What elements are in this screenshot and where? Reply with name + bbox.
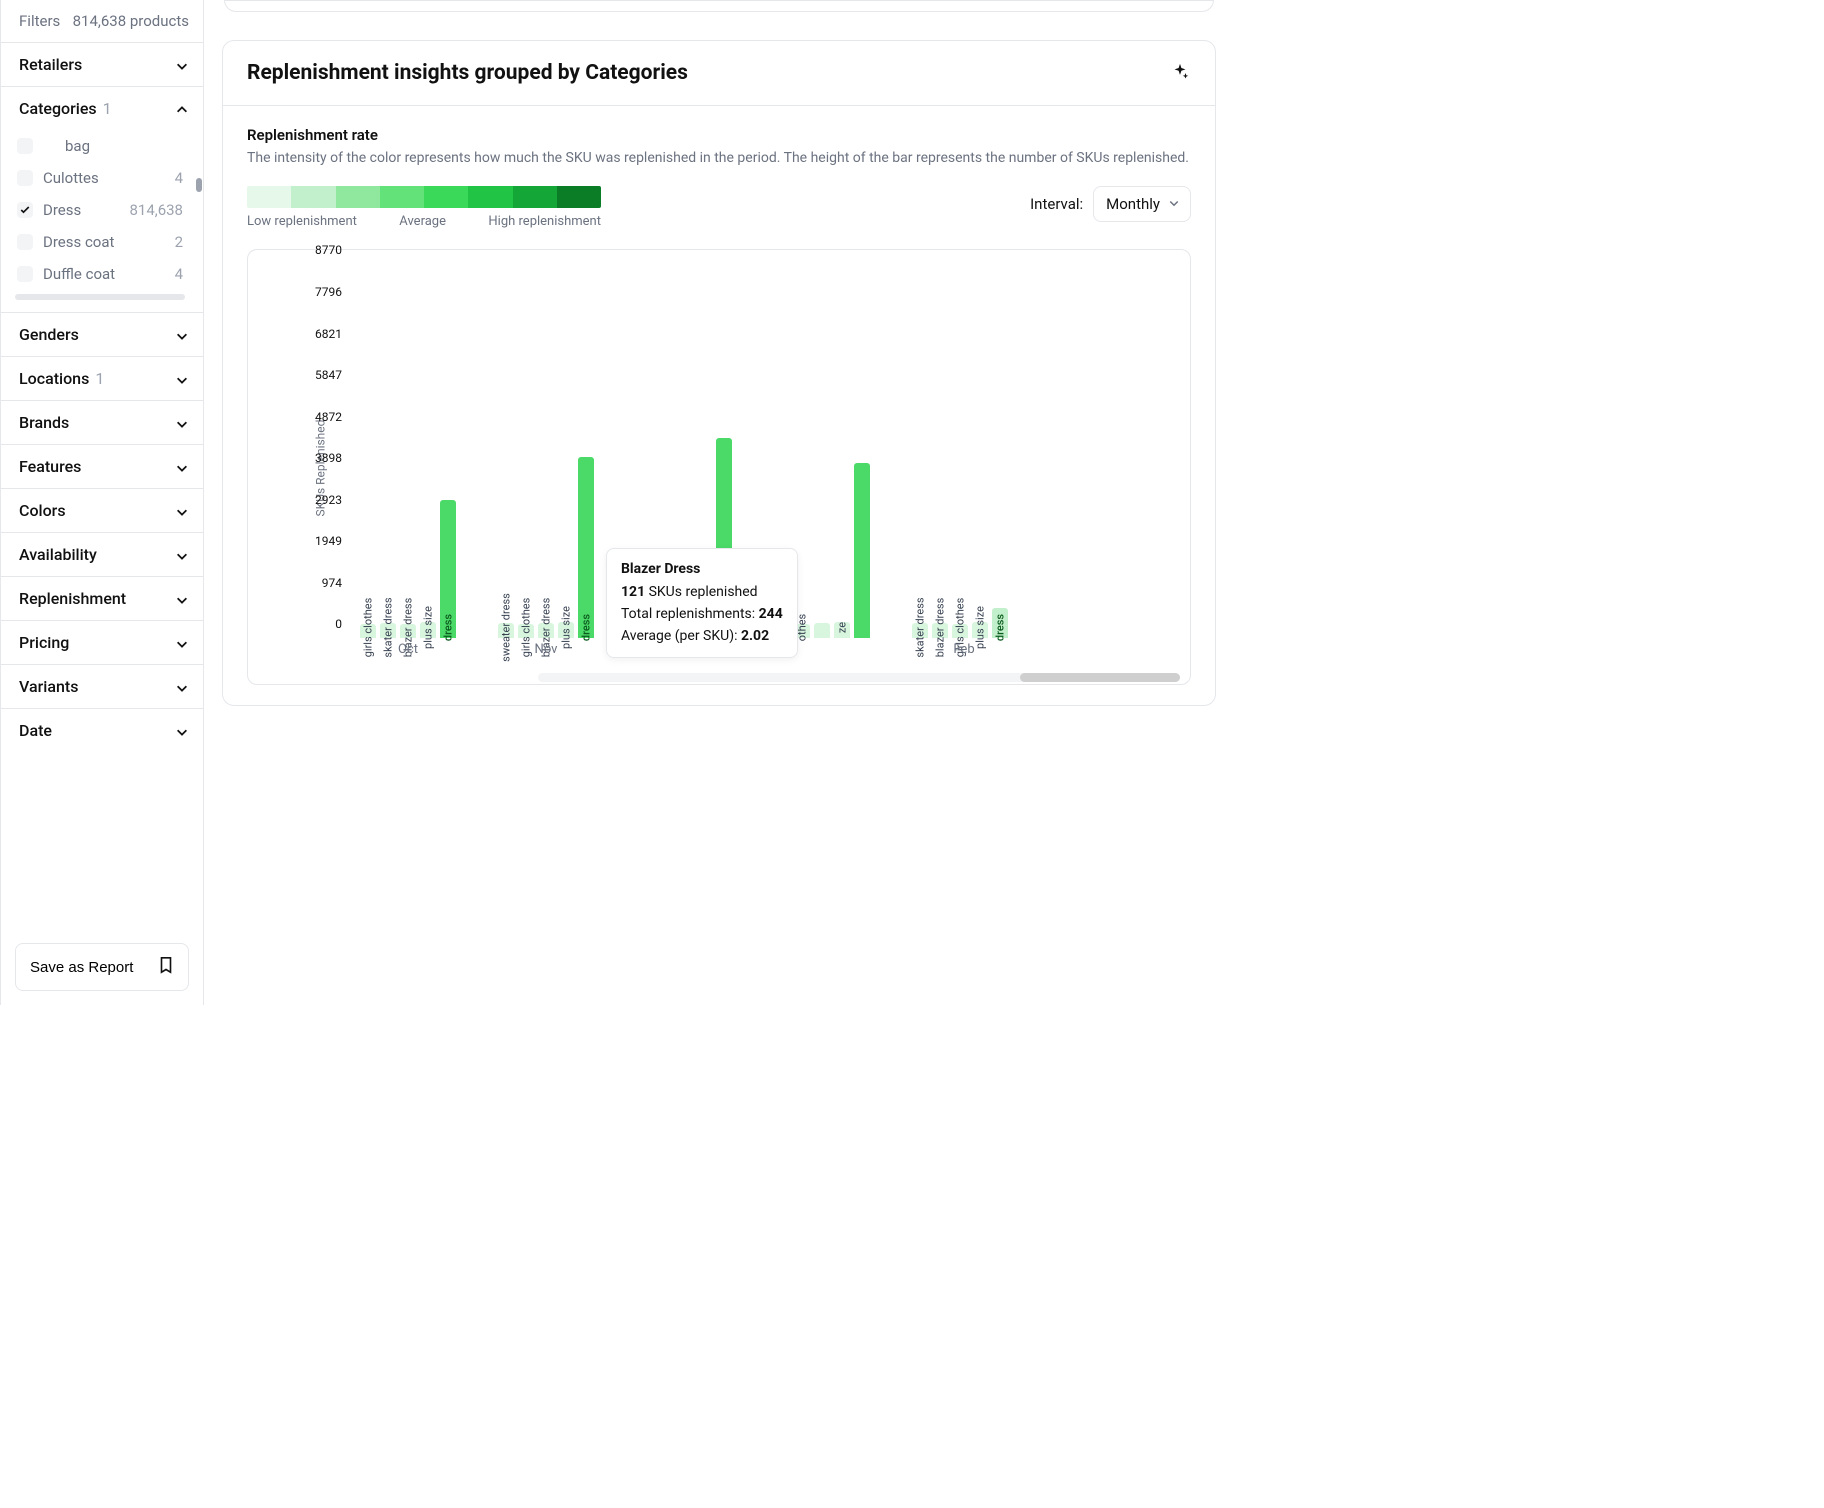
- save-as-report-button[interactable]: Save as Report: [15, 943, 189, 991]
- bar[interactable]: sweater dress: [498, 623, 514, 638]
- section-features[interactable]: Features: [1, 445, 203, 488]
- product-count: 814,638 products: [73, 12, 189, 30]
- bar[interactable]: plus size: [972, 622, 988, 638]
- bar[interactable]: dress: [440, 500, 456, 638]
- categories-list: bag Culottes4 Dress814,638 Dress coat2 D…: [11, 130, 197, 290]
- chart-h-scrollbar[interactable]: [538, 673, 1180, 682]
- bar[interactable]: blazer dress: [538, 623, 554, 638]
- card-title: Replenishment insights grouped by Catego…: [247, 61, 688, 85]
- chevron-down-icon: [175, 636, 189, 650]
- section-variants[interactable]: Variants: [1, 665, 203, 708]
- chevron-down-icon: [1168, 195, 1180, 213]
- bar[interactable]: girls clothes: [360, 624, 376, 638]
- bar[interactable]: skater dress: [380, 623, 396, 638]
- bar[interactable]: skater dress: [912, 623, 928, 638]
- chevron-down-icon: [175, 372, 189, 386]
- chevron-down-icon: [175, 680, 189, 694]
- section-locations[interactable]: Locations1: [1, 357, 203, 400]
- checkbox[interactable]: [17, 234, 33, 250]
- category-item[interactable]: Duffle coat4: [11, 258, 189, 290]
- section-date[interactable]: Date: [1, 709, 203, 752]
- bar[interactable]: [814, 623, 830, 638]
- chevron-down-icon: [175, 724, 189, 738]
- bar[interactable]: [854, 463, 870, 638]
- chevron-up-icon: [175, 102, 189, 116]
- section-retailers[interactable]: Retailers: [1, 43, 203, 86]
- interval-label: Interval:: [1030, 195, 1083, 213]
- section-colors[interactable]: Colors: [1, 489, 203, 532]
- chevron-down-icon: [175, 416, 189, 430]
- bookmark-icon: [158, 956, 174, 978]
- interval-select[interactable]: Monthly: [1093, 186, 1191, 222]
- replenishment-card: Replenishment insights grouped by Catego…: [222, 40, 1216, 706]
- main-content: Replenishment insights grouped by Catego…: [204, 0, 1216, 1005]
- chevron-down-icon: [175, 548, 189, 562]
- sparkle-icon[interactable]: [1169, 62, 1191, 84]
- legend-avg: Average: [399, 214, 446, 229]
- chevron-down-icon: [175, 460, 189, 474]
- bar[interactable]: dress: [578, 457, 594, 638]
- chart-tooltip: Blazer Dress 121 SKUs replenished Total …: [606, 548, 798, 659]
- bar-group-oct: girls clothes skater dress blazer dress …: [360, 500, 456, 638]
- bar[interactable]: blazer dress: [932, 623, 948, 638]
- chevron-down-icon: [175, 58, 189, 72]
- bar-group-feb: skater dress blazer dress girls clothes …: [912, 608, 1008, 638]
- section-brands[interactable]: Brands: [1, 401, 203, 444]
- bar[interactable]: girls clothes: [952, 624, 968, 638]
- bar[interactable]: plus size: [558, 622, 574, 638]
- legend-low: Low replenishment: [247, 214, 357, 229]
- chevron-down-icon: [175, 592, 189, 606]
- previous-card-edge: [224, 0, 1214, 12]
- section-availability[interactable]: Availability: [1, 533, 203, 576]
- bar[interactable]: girls clothes: [518, 624, 534, 638]
- scrollbar-thumb[interactable]: [196, 178, 202, 192]
- chart-description: The intensity of the color represents ho…: [247, 148, 1191, 168]
- section-categories[interactable]: Categories1: [1, 87, 203, 130]
- scrollbar-thumb[interactable]: [1020, 673, 1180, 682]
- chevron-down-icon: [175, 504, 189, 518]
- chevron-down-icon: [175, 328, 189, 342]
- section-pricing[interactable]: Pricing: [1, 621, 203, 664]
- checkbox-checked[interactable]: [17, 202, 33, 218]
- checkbox[interactable]: [17, 170, 33, 186]
- tooltip-title: Blazer Dress: [621, 559, 783, 581]
- checkbox[interactable]: [17, 138, 33, 154]
- category-item[interactable]: Dress814,638: [11, 194, 189, 226]
- bar-group-nov: sweater dress girls clothes blazer dress…: [498, 457, 594, 638]
- bar[interactable]: dress: [992, 608, 1008, 638]
- category-item[interactable]: Dress coat2: [11, 226, 189, 258]
- color-legend: Low replenishment Average High replenish…: [247, 186, 601, 229]
- category-item[interactable]: bag: [11, 130, 189, 162]
- y-axis-ticks: 0 974 1949 2923 3898 4872 5847 6821 7796…: [306, 264, 346, 638]
- bar[interactable]: blazer dress: [400, 624, 416, 638]
- h-scrollbar[interactable]: [15, 294, 185, 300]
- checkbox[interactable]: [17, 266, 33, 282]
- bar[interactable]: ze: [834, 622, 850, 638]
- section-replenishment[interactable]: Replenishment: [1, 577, 203, 620]
- replenishment-chart: SKUs Replenished 0 974 1949 2923 3898 48…: [247, 249, 1191, 685]
- section-genders[interactable]: Genders: [1, 313, 203, 356]
- bar[interactable]: plus size: [420, 622, 436, 638]
- category-item[interactable]: Culottes4: [11, 162, 189, 194]
- chart-subtitle: Replenishment rate: [247, 126, 1191, 144]
- filters-label: Filters: [19, 12, 60, 30]
- filters-sidebar: Filters 814,638 products Retailers Categ…: [0, 0, 204, 1005]
- legend-high: High replenishment: [488, 214, 601, 229]
